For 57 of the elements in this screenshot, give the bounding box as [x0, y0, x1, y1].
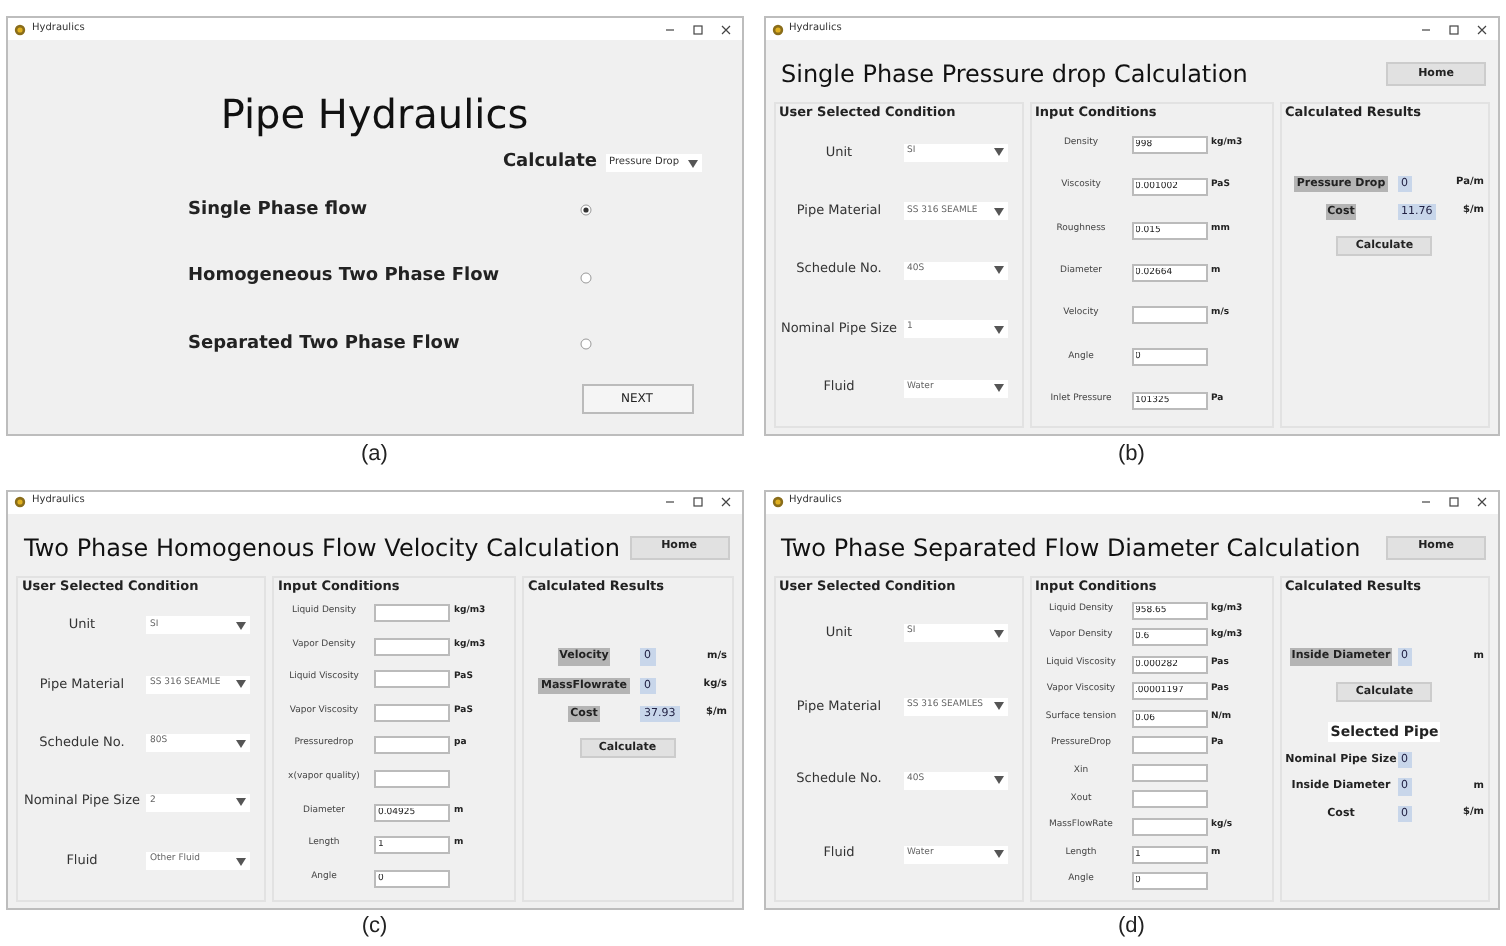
caret-icon: [993, 384, 1003, 393]
caret-icon: [993, 266, 1003, 275]
caret-icon: [236, 621, 246, 630]
flow-option-label: Single Phase flow: [188, 197, 368, 223]
input-field[interactable]: [1131, 818, 1207, 837]
app-icon: [771, 23, 783, 35]
maximize-icon[interactable]: [691, 496, 703, 508]
app-icon: [14, 23, 26, 35]
caret-icon: [993, 702, 1003, 711]
caret-icon: [993, 207, 1003, 216]
flow-option-label: Homogeneous Two Phase Flow: [188, 264, 500, 290]
maximize-icon[interactable]: [1448, 23, 1460, 35]
radio-button[interactable]: [579, 204, 591, 217]
caret-icon: [993, 148, 1003, 157]
input-field[interactable]: [1131, 736, 1207, 755]
caret-icon: [993, 325, 1003, 334]
radio-button[interactable]: [579, 338, 591, 351]
flow-option-label: Separated Two Phase Flow: [188, 331, 460, 357]
caret-icon: [993, 776, 1003, 785]
page-heading: Two Phase Homogenous Flow Velocity Calculation: [24, 531, 621, 565]
close-icon[interactable]: [719, 23, 731, 35]
app-icon: [771, 496, 783, 508]
maximize-icon[interactable]: [1448, 496, 1460, 508]
radio-button[interactable]: [579, 271, 591, 284]
input-field[interactable]: [1131, 306, 1207, 325]
app-icon: [14, 496, 26, 508]
figure-caption: (a): [361, 439, 388, 470]
input-field[interactable]: [374, 670, 450, 689]
caret-icon: [236, 798, 246, 807]
close-icon[interactable]: [719, 496, 731, 508]
input-field[interactable]: [374, 637, 450, 656]
input-field[interactable]: [374, 604, 450, 623]
close-icon[interactable]: [1476, 496, 1488, 508]
input-field[interactable]: [1131, 790, 1207, 809]
close-icon[interactable]: [1476, 23, 1488, 35]
input-field[interactable]: [374, 769, 450, 788]
input-field[interactable]: [374, 703, 450, 722]
page-heading: Two Phase Separated Flow Diameter Calculation: [781, 531, 1361, 565]
figure-caption: (d): [1118, 912, 1145, 943]
caret-icon: [993, 850, 1003, 859]
caret-icon: [236, 680, 246, 689]
input-field[interactable]: [374, 736, 450, 755]
input-field[interactable]: [1131, 763, 1207, 782]
figure-caption: (c): [361, 912, 388, 943]
minimize-icon[interactable]: [663, 23, 675, 35]
minimize-icon[interactable]: [1420, 23, 1432, 35]
caret-icon: [236, 739, 246, 748]
minimize-icon[interactable]: [663, 496, 675, 508]
minimize-icon[interactable]: [1420, 496, 1432, 508]
calculate-label: Calculate: [502, 150, 598, 176]
figure-caption: (b): [1118, 439, 1145, 470]
page-heading: Single Phase Pressure drop Calculation: [781, 58, 1248, 92]
caret-icon: [687, 159, 697, 168]
maximize-icon[interactable]: [691, 23, 703, 35]
caret-icon: [993, 629, 1003, 638]
caret-icon: [236, 857, 246, 866]
app-heading: Pipe Hydraulics: [220, 88, 529, 142]
